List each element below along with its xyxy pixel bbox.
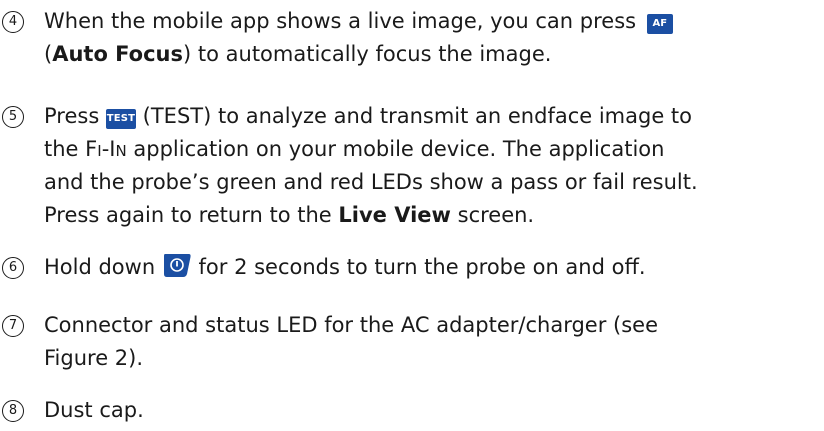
circled-number-8: 8 <box>2 400 24 422</box>
item-5-line-1: Press TEST (TEST) to analyze and transmi… <box>44 104 693 129</box>
item-5-line-3: and the probe’s green and red LEDs show … <box>44 170 698 194</box>
circled-number-7: 7 <box>2 315 24 337</box>
fi-in-app-name: FI-IN <box>85 137 127 161</box>
test-button-icon: TEST <box>105 109 136 129</box>
item-5-line-4: Press again to return to the Live View s… <box>44 203 535 227</box>
item-7-line-2: Figure 2). <box>44 346 144 370</box>
item-7-line-1: Connector and status LED for the AC adap… <box>44 313 658 337</box>
item-4-line-2: (Auto Focus) to automatically focus the … <box>44 42 552 66</box>
power-button-icon <box>162 252 192 278</box>
item-5-line-2: the FI-IN application on your mobile dev… <box>44 137 665 161</box>
circled-number-6: 6 <box>2 257 24 279</box>
item-4-line-1: When the mobile app shows a live image, … <box>44 5 673 38</box>
item-6-line-1: Hold down for 2 seconds to turn the prob… <box>44 251 646 284</box>
af-button-icon: AF <box>646 14 673 34</box>
circled-number-4: 4 <box>2 11 24 33</box>
item-8-line-1: Dust cap. <box>44 398 144 422</box>
circled-number-5: 5 <box>2 106 24 128</box>
